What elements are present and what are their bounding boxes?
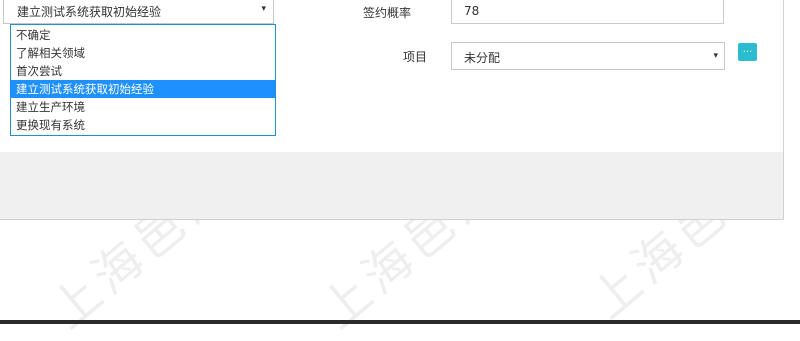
project-select[interactable]: 未分配 ▾ [451, 42, 725, 70]
dropdown-option[interactable]: 建立生产环境 [11, 98, 275, 116]
dropdown-option[interactable]: 首次尝试 [11, 62, 275, 80]
dropdown-option[interactable]: 更换现有系统 [11, 116, 275, 134]
probability-label: 签约概率 [363, 6, 412, 20]
chevron-down-icon: ▾ [261, 4, 266, 14]
project-label: 项目 [403, 50, 428, 64]
stage-select[interactable]: 建立测试系统获取初始经验 ▾ [3, 0, 274, 24]
stage-select-value: 建立测试系统获取初始经验 [17, 5, 162, 19]
panel-footer [0, 152, 783, 219]
bottom-border [0, 320, 800, 324]
dropdown-option-selected[interactable]: 建立测试系统获取初始经验 [11, 80, 275, 98]
chevron-down-icon: ▾ [713, 51, 718, 61]
stage-dropdown-list[interactable]: 不确定 了解相关领域 首次尝试 建立测试系统获取初始经验 建立生产环境 更换现有… [10, 24, 276, 136]
probability-value: 78 [464, 4, 480, 18]
more-button[interactable]: ... [738, 43, 757, 61]
probability-input[interactable]: 78 [451, 0, 724, 24]
dropdown-option[interactable]: 了解相关领域 [11, 44, 275, 62]
project-select-value: 未分配 [464, 51, 501, 65]
dropdown-option[interactable]: 不确定 [11, 26, 275, 44]
